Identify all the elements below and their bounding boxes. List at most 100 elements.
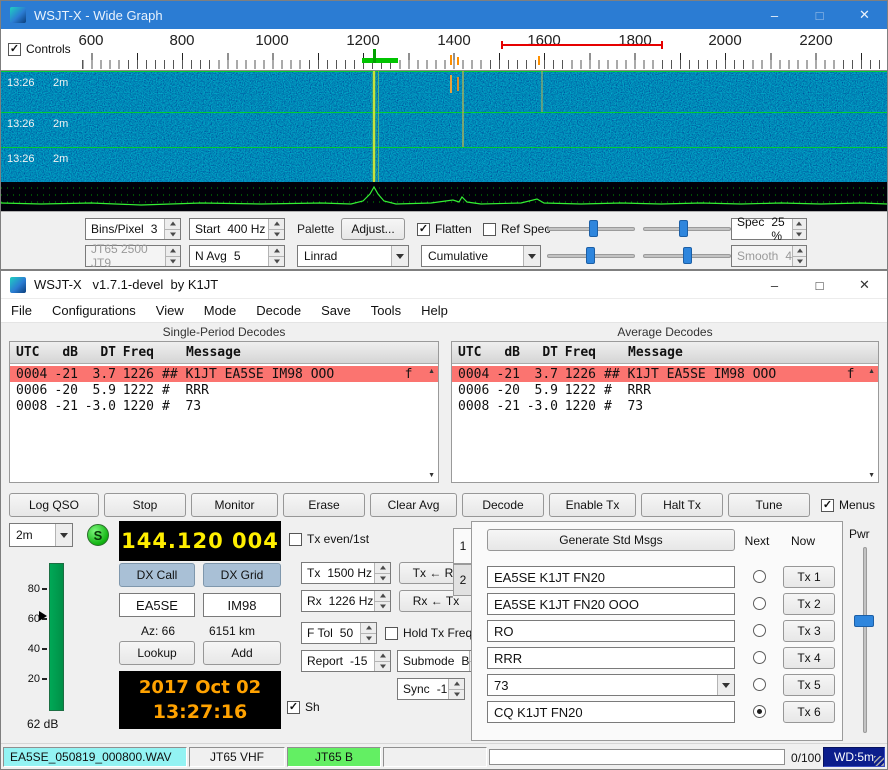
close-icon[interactable]: ✕ <box>842 271 887 299</box>
slider-handle[interactable] <box>679 220 688 237</box>
spinner-arrows[interactable] <box>268 246 284 266</box>
tx3-button[interactable]: Tx 3 <box>783 620 835 642</box>
dx-call-field[interactable]: EA5SE <box>119 593 195 617</box>
dropdown-icon[interactable] <box>523 246 540 266</box>
decode-row[interactable]: 0006 -20 5.9 1222 # RRR <box>452 382 878 398</box>
next-radio-5[interactable] <box>753 678 766 691</box>
tx-message-field-2[interactable]: EA5SE K1JT FN20 OOO <box>487 593 735 615</box>
spec-percent-spinner[interactable]: Spec25 % <box>731 218 807 240</box>
next-radio-2[interactable] <box>753 597 766 610</box>
tx-message-field-3[interactable]: RO <box>487 620 735 642</box>
checkbox-box[interactable]: ✓ <box>483 223 496 236</box>
next-radio-6[interactable] <box>753 705 766 718</box>
tx-message-combo-5[interactable]: 73 <box>487 674 735 696</box>
spin-up-icon[interactable] <box>361 623 376 633</box>
decode-row[interactable]: 0006 -20 5.9 1222 # RRR <box>10 382 438 398</box>
tx6-button[interactable]: Tx 6 <box>783 701 835 723</box>
menu-tools[interactable]: Tools <box>361 303 411 318</box>
frequency-scale[interactable]: ✓ Controls 600 800 1000 1200 1400 1600 1… <box>1 29 887 71</box>
menu-save[interactable]: Save <box>311 303 361 318</box>
maximize-icon[interactable]: □ <box>797 1 842 29</box>
jt65-jt9-split-spinner[interactable]: JT65 2500 JT9 <box>85 245 181 267</box>
palette-combo[interactable]: Linrad <box>297 245 409 267</box>
scroll-down-icon[interactable]: ▼ <box>428 472 435 479</box>
minimize-icon[interactable]: – <box>752 271 797 299</box>
report-spinner[interactable]: Report-15 <box>301 650 391 672</box>
spinner-arrows[interactable] <box>792 219 806 239</box>
sh-checkbox[interactable]: ✓ Sh <box>287 700 320 714</box>
wide-graph-titlebar[interactable]: WSJT-X - Wide Graph – □ ✕ <box>1 1 887 29</box>
spin-down-icon[interactable] <box>269 229 284 240</box>
waterfall-zero-slider[interactable] <box>643 220 731 238</box>
log-qso-button[interactable]: Log QSO <box>9 493 99 517</box>
hold-tx-freq-checkbox[interactable]: ✓ Hold Tx Freq <box>385 626 472 640</box>
main-titlebar[interactable]: WSJT-X v1.7.1-devel by K1JT – □ ✕ <box>1 271 887 299</box>
spinner-arrows[interactable] <box>165 246 180 266</box>
spin-down-icon[interactable] <box>375 573 390 584</box>
tab-1[interactable]: 1 <box>453 528 472 564</box>
next-radio-1[interactable] <box>753 570 766 583</box>
submode-spinner[interactable]: SubmodeB <box>397 650 479 672</box>
spinner-arrows[interactable] <box>374 591 390 611</box>
add-button[interactable]: Add <box>203 641 281 665</box>
menu-file[interactable]: File <box>1 303 42 318</box>
close-icon[interactable]: ✕ <box>842 1 887 29</box>
spinner-arrows[interactable] <box>268 219 284 239</box>
spin-down-icon[interactable] <box>361 633 376 644</box>
menu-mode[interactable]: Mode <box>194 303 247 318</box>
spin-down-icon[interactable] <box>449 689 464 700</box>
tx1-button[interactable]: Tx 1 <box>783 566 835 588</box>
decode-row[interactable]: 0008 -21 -3.0 1220 # 73 <box>10 398 438 414</box>
spinner-arrows[interactable] <box>360 623 376 643</box>
spinner-arrows[interactable] <box>792 246 806 266</box>
checkbox-box[interactable]: ✓ <box>289 533 302 546</box>
tab-2[interactable]: 2 <box>453 564 472 596</box>
spin-down-icon[interactable] <box>166 256 180 267</box>
spin-down-icon[interactable] <box>793 256 806 267</box>
decode-row[interactable]: 0008 -21 -3.0 1220 # 73 <box>452 398 878 414</box>
checkbox-box[interactable]: ✓ <box>385 627 398 640</box>
start-freq-spinner[interactable]: Start400 Hz <box>189 218 285 240</box>
spin-up-icon[interactable] <box>269 246 284 256</box>
generate-std-msgs-button[interactable]: Generate Std Msgs <box>487 529 735 551</box>
bins-pixel-spinner[interactable]: Bins/Pixel3 <box>85 218 181 240</box>
spin-down-icon[interactable] <box>165 229 180 240</box>
tx-message-field-6[interactable]: CQ K1JT FN20 <box>487 701 735 723</box>
spinner-arrows[interactable] <box>164 219 180 239</box>
flatten-checkbox[interactable]: ✓ Flatten <box>417 222 472 236</box>
spectrum-zero-slider[interactable] <box>643 247 731 265</box>
menus-checkbox[interactable]: ✓ Menus <box>821 498 875 512</box>
tune-button[interactable]: Tune <box>728 493 810 517</box>
frequency-display[interactable]: 144.120 004 <box>119 521 281 561</box>
rx-freq-spinner[interactable]: Rx1226 Hz <box>301 590 391 612</box>
spin-up-icon[interactable] <box>375 563 390 573</box>
halt-tx-button[interactable]: Halt Tx <box>641 493 723 517</box>
tx5-button[interactable]: Tx 5 <box>783 674 835 696</box>
slider-handle[interactable] <box>586 247 595 264</box>
tx-freq-spinner[interactable]: Tx1500 Hz <box>301 562 391 584</box>
menu-view[interactable]: View <box>146 303 194 318</box>
waterfall-gain-slider[interactable] <box>547 220 635 238</box>
decode-button[interactable]: Decode <box>462 493 544 517</box>
dx-call-button[interactable]: DX Call <box>119 563 195 587</box>
pwr-slider[interactable] <box>863 547 867 733</box>
spinner-arrows[interactable] <box>374 563 390 583</box>
spinner-arrows[interactable] <box>374 651 390 671</box>
dropdown-icon[interactable] <box>55 524 72 546</box>
minimize-icon[interactable]: – <box>752 1 797 29</box>
dx-grid-field[interactable]: IM98 <box>203 593 281 617</box>
checkbox-box[interactable]: ✓ <box>417 223 430 236</box>
controls-checkbox[interactable]: ✓ Controls <box>8 42 71 56</box>
n-avg-spinner[interactable]: N Avg5 <box>189 245 285 267</box>
pwr-slider-handle[interactable] <box>854 615 874 627</box>
waterfall[interactable]: 13:26 2m 13:26 2m 13:26 2m <box>1 71 887 182</box>
adjust-button[interactable]: Adjust... <box>341 218 405 240</box>
decode-row[interactable]: 0004 -21 3.7 1226 ## K1JT EA5SE IM98 OOO… <box>452 366 878 382</box>
spin-up-icon[interactable] <box>165 219 180 229</box>
spin-down-icon[interactable] <box>375 601 390 612</box>
slider-handle[interactable] <box>683 247 692 264</box>
menu-decode[interactable]: Decode <box>246 303 311 318</box>
dropdown-icon[interactable] <box>717 675 734 695</box>
spinner-arrows[interactable] <box>448 679 464 699</box>
checkbox-box[interactable]: ✓ <box>287 701 300 714</box>
